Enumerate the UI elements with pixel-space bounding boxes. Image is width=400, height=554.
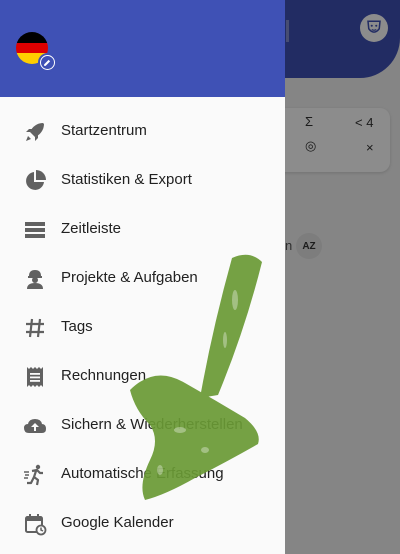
- rocket-icon: [26, 123, 44, 141]
- hashtag-icon: [26, 318, 44, 338]
- menu-item-projekte[interactable]: Projekte & Aufgaben: [0, 253, 285, 302]
- navigation-drawer: Startzentrum Statistiken & Export Zeitle…: [0, 0, 285, 554]
- menu-item-automatische[interactable]: Automatische Erfassung: [0, 449, 285, 498]
- menu-item-label: Sichern & Wiederherstellen: [61, 416, 243, 433]
- pie-chart-icon: [26, 170, 46, 190]
- menu-item-label: Zeitleiste: [61, 220, 122, 237]
- menu-item-zeitleiste[interactable]: Zeitleiste: [0, 204, 285, 253]
- running-icon: [24, 464, 43, 486]
- menu-item-label: Automatische Erfassung: [61, 465, 224, 482]
- edit-badge[interactable]: [38, 53, 57, 72]
- drawer-header: [0, 0, 285, 97]
- menu-item-startzentrum[interactable]: Startzentrum: [0, 106, 285, 155]
- menu-item-label: Projekte & Aufgaben: [61, 269, 198, 286]
- worker-icon: [27, 270, 43, 289]
- menu-item-label: Statistiken & Export: [61, 171, 192, 188]
- menu-item-label: Rechnungen: [61, 367, 147, 384]
- drawer-menu: Startzentrum Statistiken & Export Zeitle…: [0, 106, 285, 547]
- menu-item-statistiken[interactable]: Statistiken & Export: [0, 155, 285, 204]
- menu-item-label: Startzentrum: [61, 122, 147, 139]
- menu-item-label: Tags: [61, 318, 93, 335]
- menu-item-sichern[interactable]: Sichern & Wiederherstellen: [0, 400, 285, 449]
- menu-item-tags[interactable]: Tags: [0, 302, 285, 351]
- menu-item-google-kalender[interactable]: Google Kalender: [0, 498, 285, 547]
- menu-item-rechnungen[interactable]: Rechnungen: [0, 351, 285, 400]
- menu-item-label: Google Kalender: [61, 514, 174, 531]
- timeline-list-icon: [25, 222, 45, 238]
- cloud-upload-icon: [24, 419, 46, 433]
- calendar-sync-icon: [25, 514, 47, 536]
- receipt-icon: [27, 367, 43, 387]
- pencil-icon: [41, 56, 54, 69]
